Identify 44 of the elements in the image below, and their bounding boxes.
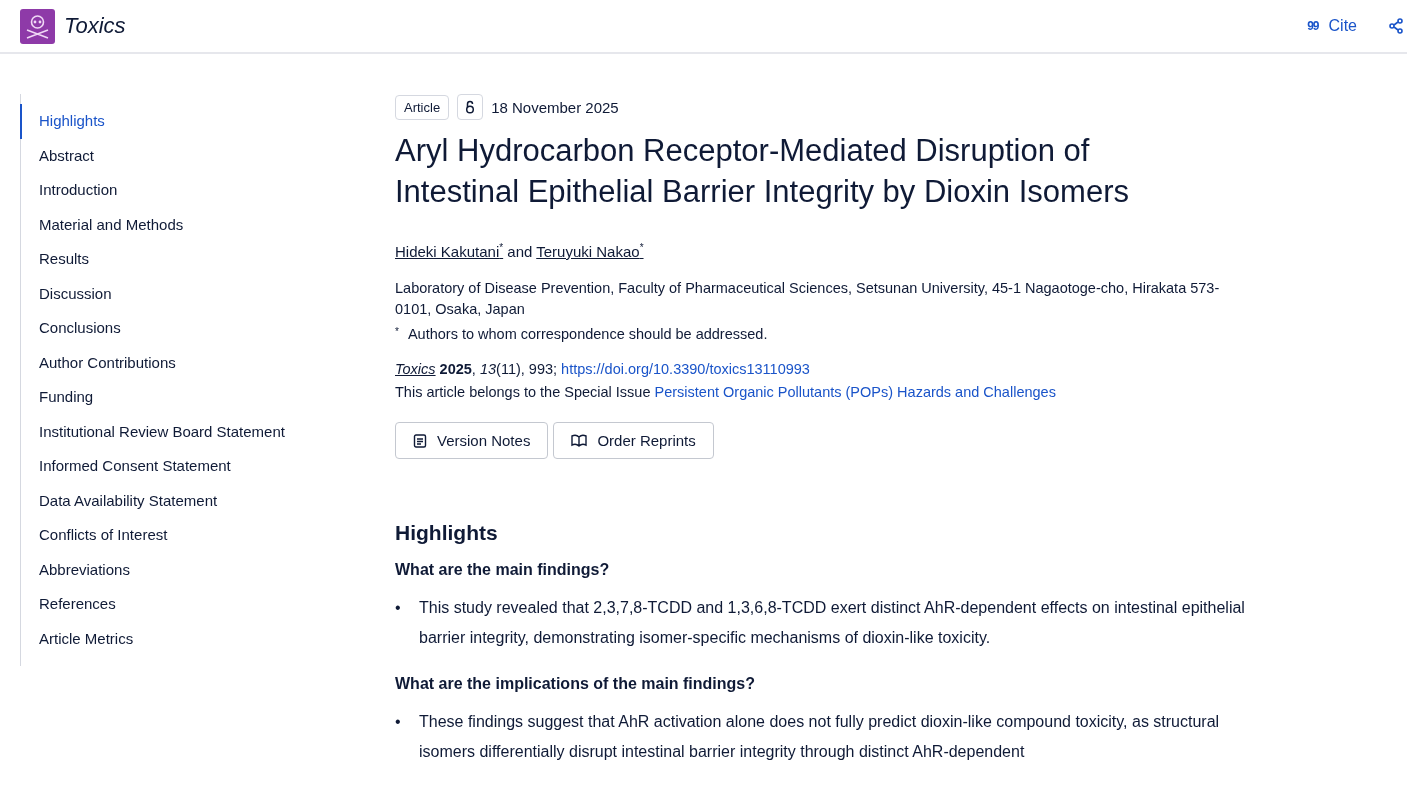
- journal-name: Toxics: [64, 13, 126, 39]
- article-title: Aryl Hydrocarbon Receptor-Mediated Disruption of Intestinal Epithelial Barrier Integrity by Dioxin Isomers: [395, 132, 1130, 211]
- sidebar-item[interactable]: Data Availability Statement: [20, 483, 375, 518]
- sidebar-item[interactable]: Funding: [20, 380, 375, 415]
- sidebar-item[interactable]: Article Metrics: [20, 621, 375, 656]
- special-issue-line: This article belongs to the Special Issue Persistent Organic Pollutants (POPs) Hazards and Challenges: [395, 383, 1057, 402]
- journal-link[interactable]: Toxics: [395, 361, 436, 377]
- bullet-text: This study revealed that 2,3,7,8-TCDD and 1,3,6,8-TCDD exert distinct AhR-dependent effects on intestinal epithelial barrier integrity, demonstrating isomer-specific mechanisms of dioxin-like toxicity.: [419, 598, 1246, 648]
- footnote-mark: *: [395, 326, 399, 339]
- sidebar-item[interactable]: Highlights: [20, 104, 375, 139]
- bullet-text: These findings suggest that AhR activation alone does not fully predict dioxin-like compound toxicity, as structural isomers differentially disrupt intestinal barrier integrity through distinct AhR-dependent: [419, 712, 1221, 762]
- action-button[interactable]: Order Reprints: [553, 422, 714, 459]
- affiliation-text: Laboratory of Disease Prevention, Faculty of Pharmaceutical Sciences, Setsunan University, 45-1 Nagaotoge-cho, Hirakata 573-0101, Osaka, Japan: [395, 279, 1221, 319]
- footnote-text: Authors to whom correspondence should be addressed.: [407, 326, 768, 342]
- subsection-heading: What are the implications of the main findings?: [395, 675, 757, 693]
- subsection-heading: What are the main findings?: [395, 561, 611, 579]
- sidebar-item[interactable]: Author Contributions: [20, 345, 375, 380]
- citation-line: Toxics 2025, 13(11), 993; https://doi.org/10.3390/toxics13110993: [395, 360, 811, 379]
- sidebar-item[interactable]: Informed Consent Statement: [20, 449, 375, 484]
- author-line: Hideki Kakutani$^{*}$ and Teruyuki Nakao$^{*}$: [395, 242, 645, 260]
- book-icon: [571, 434, 588, 447]
- bullet-marker: •: [395, 598, 402, 618]
- special-issue-link[interactable]: Persistent Organic Pollutants (POPs) Hazards and Challenges: [654, 384, 1056, 400]
- cite-button[interactable]: 99 Cite: [1303, 13, 1361, 39]
- document-icon: [413, 433, 427, 448]
- skull-logo-icon[interactable]: [20, 8, 55, 44]
- sidebar-item[interactable]: Conclusions: [20, 311, 375, 346]
- publication-date: 18 November 2025: [491, 98, 619, 116]
- sidebar-item[interactable]: Introduction: [20, 173, 375, 208]
- sidebar-item[interactable]: Material and Methods: [20, 207, 375, 242]
- sidebar-item[interactable]: Conflicts of Interest: [20, 518, 375, 553]
- sidebar-item[interactable]: Institutional Review Board Statement: [20, 414, 375, 449]
- action-button[interactable]: Version Notes: [395, 422, 549, 459]
- author-link[interactable]: Hideki Kakutani$^{*}$: [395, 243, 504, 260]
- sidebar-item[interactable]: Discussion: [20, 276, 375, 311]
- sidebar-item[interactable]: Abbreviations: [20, 552, 375, 587]
- sidebar-item[interactable]: Abstract: [20, 138, 375, 173]
- doi-link[interactable]: https://doi.org/10.3390/toxics13110993: [561, 361, 810, 377]
- bullet-marker: •: [395, 712, 402, 732]
- author-link[interactable]: Teruyuki Nakao$^{*}$: [536, 243, 644, 260]
- section-heading: Highlights: [395, 521, 499, 545]
- sidebar-item[interactable]: Results: [20, 242, 375, 277]
- sidebar-item[interactable]: References: [20, 587, 375, 622]
- article-type-badge: Article: [395, 94, 450, 120]
